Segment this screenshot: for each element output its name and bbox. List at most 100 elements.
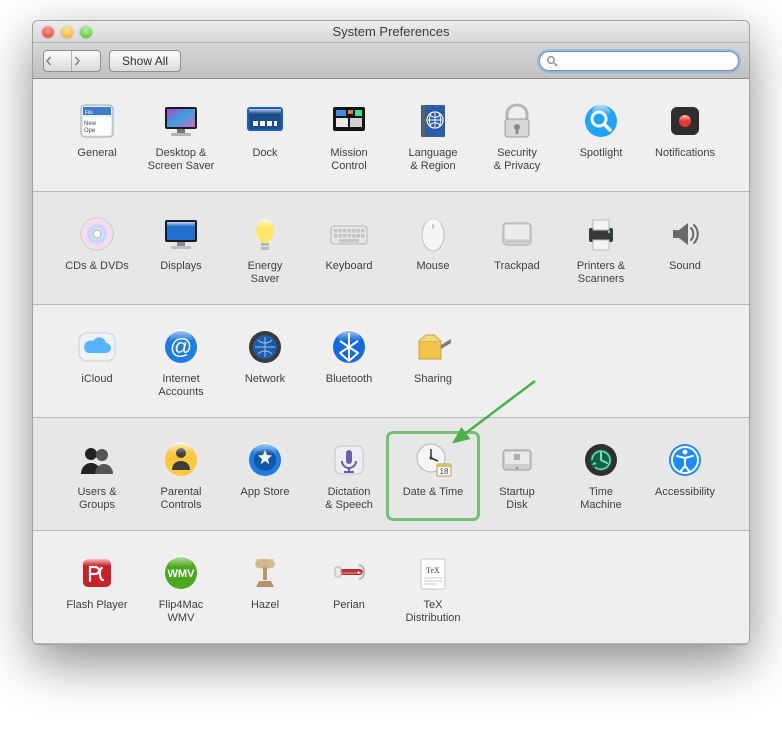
pref-network[interactable]: Network xyxy=(223,323,307,403)
sharing-icon xyxy=(411,325,455,369)
pref-mission-control[interactable]: Mission Control xyxy=(307,97,391,177)
pref-trackpad[interactable]: Trackpad xyxy=(475,210,559,290)
at-icon: @ xyxy=(159,325,203,369)
search-input[interactable] xyxy=(539,51,739,71)
security-icon xyxy=(495,99,539,143)
display-icon xyxy=(159,212,203,256)
pref-accessibility[interactable]: Accessibility xyxy=(643,436,727,516)
search-field-wrapper xyxy=(539,51,739,71)
pref-label: Energy Saver xyxy=(223,260,307,286)
show-all-button[interactable]: Show All xyxy=(109,50,181,72)
pref-label: Internet Accounts xyxy=(139,373,223,399)
pref-users-groups[interactable]: Users & Groups xyxy=(55,436,139,516)
zoom-button[interactable] xyxy=(80,26,92,38)
sound-icon xyxy=(663,212,707,256)
timemachine-icon xyxy=(579,438,623,482)
pref-security-privacy[interactable]: Security & Privacy xyxy=(475,97,559,177)
datetime-icon: 18 xyxy=(411,438,455,482)
pref-parental-controls[interactable]: Parental Controls xyxy=(139,436,223,516)
pref-label: Mouse xyxy=(391,260,475,273)
section-row: FileNewOpeGeneralDesktop & Screen SaverD… xyxy=(33,79,749,192)
pref-date-time[interactable]: 18 Date & Time xyxy=(391,436,475,516)
forward-button[interactable] xyxy=(72,51,100,71)
pref-dock[interactable]: Dock xyxy=(223,97,307,177)
pref-energy-saver[interactable]: Energy Saver xyxy=(223,210,307,290)
mouse-icon xyxy=(411,212,455,256)
pref-grid: Flash PlayerWMVFlip4Mac WMVHazel✚PerianT… xyxy=(55,549,727,629)
pref-label: Notifications xyxy=(643,147,727,160)
pref-desktop[interactable]: Desktop & Screen Saver xyxy=(139,97,223,177)
svg-text:TeX: TeX xyxy=(426,566,440,575)
accessibility-icon xyxy=(663,438,707,482)
pref-label: Network xyxy=(223,373,307,386)
pref-time-machine[interactable]: Time Machine xyxy=(559,436,643,516)
pref-label: Spotlight xyxy=(559,147,643,160)
pref-sound[interactable]: Sound xyxy=(643,210,727,290)
pref-flash-player[interactable]: Flash Player xyxy=(55,549,139,629)
pref-general[interactable]: FileNewOpeGeneral xyxy=(55,97,139,177)
bluetooth-icon xyxy=(327,325,371,369)
pref-notifications[interactable]: Notifications xyxy=(643,97,727,177)
pref-label: TeX Distribution xyxy=(391,599,475,625)
titlebar: System Preferences xyxy=(33,21,749,43)
pref-label: Date & Time xyxy=(391,486,475,499)
pref-flip4mac[interactable]: WMV Flip4Mac WMV xyxy=(139,549,223,629)
pref-icloud[interactable]: iCloud xyxy=(55,323,139,403)
pref-grid: FileNewOpeGeneralDesktop & Screen SaverD… xyxy=(55,97,727,177)
pref-sharing[interactable]: Sharing xyxy=(391,323,475,403)
pref-label: Printers & Scanners xyxy=(559,260,643,286)
flip4mac-icon: WMV xyxy=(159,551,203,595)
chevron-left-icon xyxy=(44,56,54,66)
pref-keyboard[interactable]: Keyboard xyxy=(307,210,391,290)
pref-mouse[interactable]: Mouse xyxy=(391,210,475,290)
hazel-icon xyxy=(243,551,287,595)
pref-perian[interactable]: ✚Perian xyxy=(307,549,391,629)
minimize-button[interactable] xyxy=(61,26,73,38)
pref-dictation-speech[interactable]: Dictation & Speech xyxy=(307,436,391,516)
pref-cds-dvds[interactable]: CDs & DVDs xyxy=(55,210,139,290)
pref-label: Displays xyxy=(139,260,223,273)
pref-label: Startup Disk xyxy=(475,486,559,512)
pref-label: App Store xyxy=(223,486,307,499)
svg-text:File: File xyxy=(85,110,93,116)
pref-label: Flash Player xyxy=(55,599,139,612)
pref-label: Security & Privacy xyxy=(475,147,559,173)
section-row: iCloud @ Internet AccountsNetworkBluetooth… xyxy=(33,305,749,418)
icloud-icon xyxy=(75,325,119,369)
flash-icon xyxy=(75,551,119,595)
pref-bluetooth[interactable]: Bluetooth xyxy=(307,323,391,403)
keyboard-icon xyxy=(327,212,371,256)
pref-label: Keyboard xyxy=(307,260,391,273)
pref-label: iCloud xyxy=(55,373,139,386)
mission-icon xyxy=(327,99,371,143)
pref-language-region[interactable]: Language & Region xyxy=(391,97,475,177)
pref-app-store[interactable]: App Store xyxy=(223,436,307,516)
pref-displays[interactable]: Displays xyxy=(139,210,223,290)
pref-label: Mission Control xyxy=(307,147,391,173)
pref-label: Accessibility xyxy=(643,486,727,499)
pref-label: Hazel xyxy=(223,599,307,612)
pref-label: Language & Region xyxy=(391,147,475,173)
spotlight-icon xyxy=(579,99,623,143)
energy-icon xyxy=(243,212,287,256)
dictation-icon xyxy=(327,438,371,482)
pref-startup-disk[interactable]: Startup Disk xyxy=(475,436,559,516)
back-button[interactable] xyxy=(44,51,72,71)
pref-printers[interactable]: Printers & Scanners xyxy=(559,210,643,290)
pref-label: Bluetooth xyxy=(307,373,391,386)
parental-icon xyxy=(159,438,203,482)
section-row: Flash PlayerWMVFlip4Mac WMVHazel✚PerianT… xyxy=(33,531,749,644)
pref-label: Flip4Mac WMV xyxy=(139,599,223,625)
pref-internet-accounts[interactable]: @ Internet Accounts xyxy=(139,323,223,403)
startup-icon xyxy=(495,438,539,482)
preferences-window: System Preferences Show All FileNewOpeGe… xyxy=(32,20,750,645)
pref-label: Sharing xyxy=(391,373,475,386)
pref-tex-distribution[interactable]: TeX TeX Distribution xyxy=(391,549,475,629)
pref-label: Desktop & Screen Saver xyxy=(139,147,223,173)
pref-grid: CDs & DVDsDisplaysEnergy SaverKeyboardMo… xyxy=(55,210,727,290)
pref-hazel[interactable]: Hazel xyxy=(223,549,307,629)
pref-label: General xyxy=(55,147,139,160)
nav-segment xyxy=(43,50,101,72)
close-button[interactable] xyxy=(42,26,54,38)
pref-spotlight[interactable]: Spotlight xyxy=(559,97,643,177)
